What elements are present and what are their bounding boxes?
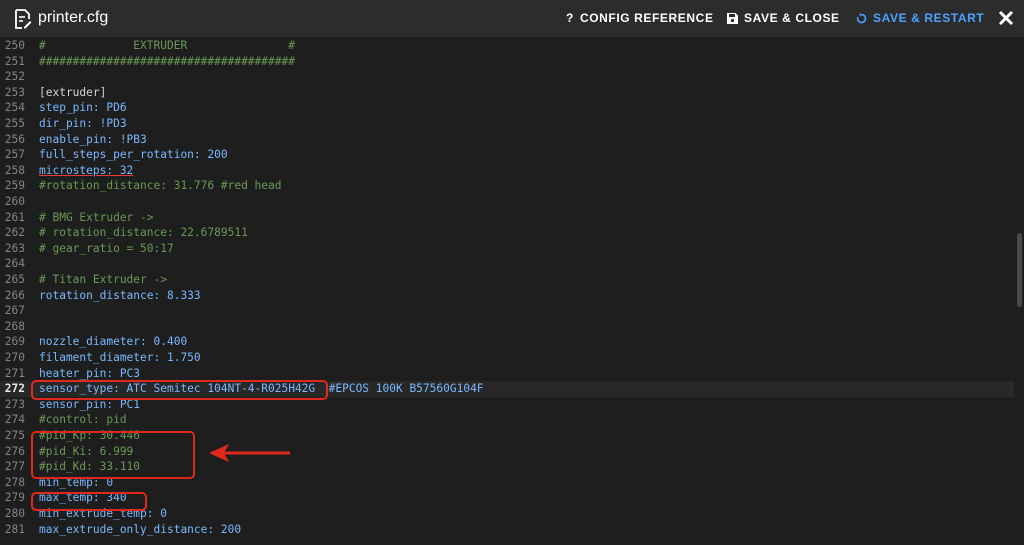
code-text: microsteps: 32 <box>39 163 134 177</box>
code-line[interactable]: 259 #rotation_distance: 31.776 #red head <box>0 178 1014 194</box>
code-line[interactable]: 266 rotation_distance: 8.333 <box>0 288 1014 304</box>
line-number: 272 <box>4 382 25 396</box>
code-text: ###################################### <box>39 54 295 68</box>
code-line[interactable]: 261 # BMG Extruder -> <box>0 210 1014 226</box>
code-line[interactable]: 265 # Titan Extruder -> <box>0 272 1014 288</box>
line-number: 276 <box>4 444 25 458</box>
line-number: 278 <box>4 475 25 489</box>
line-number: 259 <box>4 179 25 193</box>
code-line[interactable]: 251 #####################################… <box>0 54 1014 70</box>
code-text: full_steps_per_rotation: 200 <box>39 148 228 162</box>
code-line[interactable]: 280 min_extrude_temp: 0 <box>0 506 1014 522</box>
code-text: #control: pid <box>39 413 127 427</box>
line-number: 255 <box>4 117 25 130</box>
code-text: # BMG Extruder -> <box>39 210 154 224</box>
code-line[interactable]: 258 microsteps: 32 <box>0 163 1014 179</box>
line-number: 268 <box>4 319 25 333</box>
file-title: printer.cfg <box>38 9 109 26</box>
save-restart-button[interactable]: SAVE & RESTART <box>856 11 984 25</box>
file-edit-icon <box>15 9 32 29</box>
line-number: 262 <box>4 226 25 240</box>
line-number: 273 <box>4 397 25 411</box>
code-line[interactable]: 271 heater_pin: PC3 <box>0 366 1014 382</box>
line-number: 275 <box>4 429 25 442</box>
save-close-button[interactable]: SAVE & CLOSE <box>727 11 840 25</box>
code-line[interactable]: 269 nozzle_diameter: 0.400 <box>0 334 1014 350</box>
code-text: step_pin: PD6 <box>39 101 127 115</box>
line-number: 266 <box>4 288 25 302</box>
code-text: max_extrude_only_distance: 200 <box>39 522 242 536</box>
line-number: 253 <box>4 85 25 99</box>
floppy-disk-icon <box>727 12 738 24</box>
code-line[interactable]: 279 max_temp: 340 <box>0 490 1014 506</box>
restart-icon <box>856 12 867 23</box>
line-number: 274 <box>4 413 25 427</box>
annotation-box-sensor-type <box>31 380 328 400</box>
config-reference-button[interactable]: ? CONFIG REFERENCE <box>566 11 714 25</box>
top-bar: printer.cfg ? CONFIG REFERENCE SAVE & CL… <box>0 0 1024 37</box>
code-text: # Titan Extruder -> <box>39 273 167 286</box>
line-number: 279 <box>4 491 25 505</box>
code-line[interactable]: 255 dir_pin: !PD3 <box>0 116 1014 132</box>
code-text: # EXTRUDER # <box>39 39 295 52</box>
line-number: 270 <box>4 351 25 364</box>
line-number: 260 <box>4 195 25 208</box>
code-text: dir_pin: !PD3 <box>39 117 127 130</box>
code-line[interactable]: 250 # EXTRUDER # <box>0 38 1014 54</box>
code-line[interactable]: 262 # rotation_distance: 22.6789511 <box>0 225 1014 241</box>
code-line[interactable]: 264 <box>0 256 1014 272</box>
code-line[interactable]: 267 <box>0 303 1014 319</box>
code-line[interactable]: 253 [extruder] <box>0 85 1014 101</box>
annotation-box-max-temp <box>31 492 147 511</box>
code-line[interactable]: 254 step_pin: PD6 <box>0 100 1014 116</box>
code-text: [extruder] <box>39 85 107 99</box>
line-number: 261 <box>4 210 25 224</box>
close-icon[interactable] <box>998 8 1014 28</box>
line-number: 280 <box>4 507 25 520</box>
line-number: 251 <box>4 54 25 68</box>
code-line[interactable]: 260 <box>0 194 1014 210</box>
code-text: # gear_ratio = 50:17 <box>39 241 174 255</box>
code-text: heater_pin: PC3 <box>39 366 141 380</box>
line-number: 257 <box>4 148 25 162</box>
code-text: #rotation_distance: 31.776 #red head <box>39 179 282 193</box>
save-close-label: SAVE & CLOSE <box>744 11 840 25</box>
save-restart-label: SAVE & RESTART <box>873 11 985 25</box>
line-number: 267 <box>4 304 25 318</box>
line-number: 263 <box>4 241 25 255</box>
line-number: 277 <box>4 460 25 474</box>
line-number: 258 <box>4 163 25 177</box>
line-number: 250 <box>4 39 25 52</box>
line-number: 254 <box>4 101 25 115</box>
code-line[interactable]: 281 max_extrude_only_distance: 200 <box>0 522 1014 538</box>
vertical-scrollbar[interactable] <box>1014 37 1024 545</box>
question-icon: ? <box>566 11 574 25</box>
code-line[interactable]: 274 #control: pid <box>0 412 1014 428</box>
code-line[interactable]: 252 <box>0 69 1014 85</box>
scrollbar-thumb[interactable] <box>1017 233 1022 307</box>
line-number: 269 <box>4 335 25 349</box>
code-line[interactable]: 257 full_steps_per_rotation: 200 <box>0 147 1014 163</box>
code-text: enable_pin: !PB3 <box>39 132 147 146</box>
code-text: nozzle_diameter: 0.400 <box>39 335 188 349</box>
code-text: filament_diameter: 1.750 <box>39 351 201 364</box>
line-number: 264 <box>4 257 25 271</box>
code-line[interactable]: 256 enable_pin: !PB3 <box>0 132 1014 148</box>
config-reference-label: CONFIG REFERENCE <box>579 11 714 25</box>
code-line[interactable]: 263 # gear_ratio = 50:17 <box>0 241 1014 257</box>
annotation-arrow-icon <box>209 444 290 462</box>
line-number: 256 <box>4 132 25 146</box>
line-number: 252 <box>4 70 25 84</box>
line-number: 281 <box>4 522 25 536</box>
code-line[interactable]: 268 <box>0 319 1014 335</box>
annotation-box-pid-values <box>31 431 195 479</box>
line-number: 271 <box>4 366 25 380</box>
code-line[interactable]: 270 filament_diameter: 1.750 <box>0 350 1014 366</box>
code-text: # rotation_distance: 22.6789511 <box>39 226 248 240</box>
code-text: rotation_distance: 8.333 <box>39 288 201 302</box>
line-number: 265 <box>4 273 25 286</box>
